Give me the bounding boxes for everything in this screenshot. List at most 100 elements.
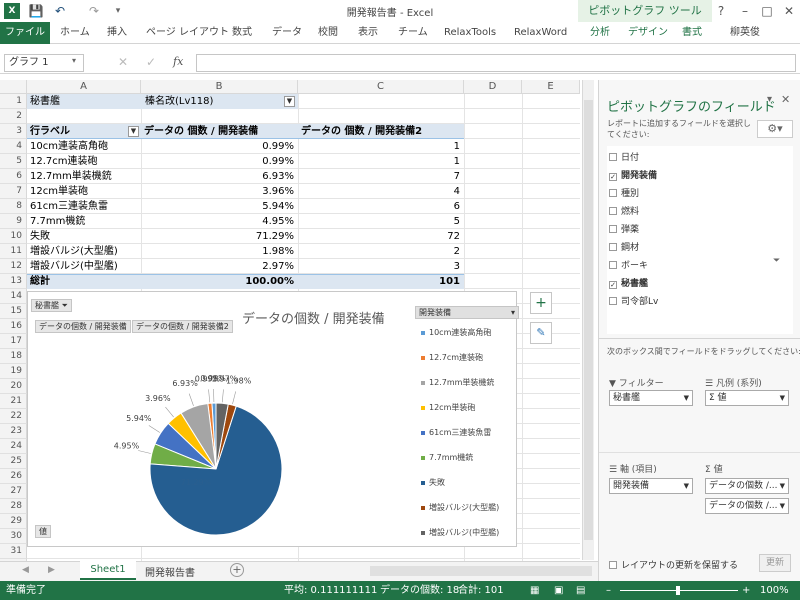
row-header-27[interactable]: 27 <box>0 484 27 499</box>
close-icon[interactable]: ✕ <box>778 2 800 20</box>
pivot-row-pct[interactable]: 2.97% <box>141 259 298 274</box>
field-checkbox[interactable] <box>609 153 617 161</box>
pie-data-label[interactable]: 3.96% <box>145 394 171 403</box>
chart-elements-button[interactable]: + <box>530 292 552 314</box>
field-item[interactable]: 鋼材 <box>609 242 639 254</box>
field-checkbox[interactable] <box>609 243 617 251</box>
redo-icon[interactable]: ↷ <box>86 3 102 19</box>
pivot-row-count[interactable]: 1 <box>298 154 464 169</box>
field-item[interactable]: 弾薬 <box>609 224 639 236</box>
select-all-corner[interactable] <box>0 80 27 94</box>
pivot-row-count[interactable]: 7 <box>298 169 464 184</box>
row-header-9[interactable]: 9 <box>0 214 27 229</box>
row-header-13[interactable]: 13 <box>0 274 27 289</box>
zoom-out-icon[interactable]: – <box>606 581 611 600</box>
field-item[interactable]: 燃料 <box>609 206 639 218</box>
row-header-3[interactable]: 3 <box>0 124 27 139</box>
pivot-row-pct[interactable]: 5.94% <box>141 199 298 214</box>
name-box-dropdown-icon[interactable]: ▾ <box>72 56 76 65</box>
sheet-prev-icon[interactable]: ◀ <box>22 565 29 575</box>
row-header-20[interactable]: 20 <box>0 379 27 394</box>
pivot-row-label[interactable]: 61cm三連装魚雷 <box>30 199 108 214</box>
pivot-row-label[interactable]: 10cm連装高角砲 <box>30 139 108 154</box>
row-header-24[interactable]: 24 <box>0 439 27 454</box>
pivot-row-label[interactable]: 増設バルジ(中型艦) <box>30 259 118 274</box>
legend-item[interactable]: 61cm三連装魚雷 <box>421 428 491 438</box>
pivot-row-count[interactable]: 5 <box>298 214 464 229</box>
column-header-e[interactable]: E <box>522 80 580 94</box>
zoom-slider-thumb[interactable] <box>676 586 680 595</box>
pie-data-label[interactable]: 71.29% <box>181 478 212 487</box>
row-header-17[interactable]: 17 <box>0 334 27 349</box>
row-header-10[interactable]: 10 <box>0 229 27 244</box>
field-checkbox[interactable] <box>609 207 617 215</box>
pivot-row-pct[interactable]: 0.99% <box>141 139 298 154</box>
row-header-5[interactable]: 5 <box>0 154 27 169</box>
row-header-28[interactable]: 28 <box>0 499 27 514</box>
pivot-row-pct[interactable]: 3.96% <box>141 184 298 199</box>
total-count[interactable]: 101 <box>298 274 464 289</box>
legend-item[interactable]: 7.7mm機銃 <box>421 453 473 463</box>
user-name[interactable]: 柳英俊 <box>730 22 760 44</box>
pivot-row-pct[interactable]: 0.99% <box>141 154 298 169</box>
tab-relaxword[interactable]: RelaxWord <box>514 22 567 44</box>
row-header-30[interactable]: 30 <box>0 529 27 544</box>
tab-view[interactable]: 表示 <box>358 22 378 44</box>
pie-data-label[interactable]: 6.93% <box>172 379 198 388</box>
pivot-row-label[interactable]: 12cm単装砲 <box>30 184 88 199</box>
field-item[interactable]: 日付 <box>609 152 639 164</box>
pie-data-label[interactable]: 2.97% <box>212 374 238 383</box>
legend-field-chip[interactable]: 開発装備 ▾ <box>415 306 519 319</box>
row-label-dropdown-icon[interactable]: ▼ <box>128 126 139 137</box>
tab-relaxtools[interactable]: RelaxTools <box>444 22 496 44</box>
row-header-16[interactable]: 16 <box>0 319 27 334</box>
row-header-12[interactable]: 12 <box>0 259 27 274</box>
total-pct[interactable]: 100.00% <box>141 274 298 289</box>
tab-team[interactable]: チーム <box>398 22 428 44</box>
field-checkbox[interactable] <box>609 225 617 233</box>
column-header-a[interactable]: A <box>27 80 141 94</box>
row-header-18[interactable]: 18 <box>0 349 27 364</box>
pivot-row-count[interactable]: 72 <box>298 229 464 244</box>
pane-splitter[interactable] <box>599 338 800 339</box>
pivot-row-pct[interactable]: 6.93% <box>141 169 298 184</box>
row-header-31[interactable]: 31 <box>0 544 27 559</box>
values-field-dropdown-1[interactable]: データの個数 /... ▼ <box>705 478 789 494</box>
field-item[interactable]: 種別 <box>609 188 639 200</box>
tab-format[interactable]: 書式 <box>682 22 702 44</box>
field-item[interactable]: ✓ 秘書艦 <box>609 278 648 290</box>
field-item[interactable]: 司令部Lv <box>609 296 658 308</box>
tab-design[interactable]: デザイン <box>628 22 668 44</box>
pivot-row-pct[interactable]: 1.98% <box>141 244 298 259</box>
values-field-dropdown-2[interactable]: データの個数 /... ▼ <box>705 498 789 514</box>
zoom-in-icon[interactable]: + <box>742 581 750 600</box>
zoom-level[interactable]: 100% <box>760 581 789 600</box>
field-checkbox[interactable]: ✓ <box>609 281 617 289</box>
add-sheet-icon[interactable]: + <box>230 563 244 577</box>
row-header-6[interactable]: 6 <box>0 169 27 184</box>
tab-page-layout[interactable]: ページ レイアウト <box>146 22 229 44</box>
legend-item[interactable]: 12.7cm連装砲 <box>421 353 483 363</box>
row-header-29[interactable]: 29 <box>0 514 27 529</box>
legend-item[interactable]: 12.7mm単装機銃 <box>421 378 494 388</box>
restore-icon[interactable]: □ <box>756 2 778 20</box>
sheet-tab-sheet1[interactable]: Sheet1 <box>80 561 136 580</box>
pivot-row-count[interactable]: 1 <box>298 139 464 154</box>
help-icon[interactable]: ? <box>710 2 732 20</box>
gear-icon[interactable]: ⚙▾ <box>757 120 793 138</box>
field-checkbox[interactable] <box>609 261 617 269</box>
pivot-row-pct[interactable]: 71.29% <box>141 229 298 244</box>
sheet-tab-report[interactable]: 開発報告書 <box>145 564 195 579</box>
pane-close-icon[interactable]: ✕ <box>781 93 790 106</box>
pivot-row-pct[interactable]: 4.95% <box>141 214 298 229</box>
formula-input[interactable] <box>196 54 796 72</box>
pivot-row-label[interactable]: 増設バルジ(大型艦) <box>30 244 118 259</box>
row-header-23[interactable]: 23 <box>0 424 27 439</box>
field-item[interactable]: ✓ 開発装備 <box>609 170 657 182</box>
tab-data[interactable]: データ <box>272 22 302 44</box>
chart-axis-chip[interactable]: 値 <box>35 525 51 538</box>
row-header-22[interactable]: 22 <box>0 409 27 424</box>
vertical-scrollbar[interactable] <box>582 80 594 560</box>
field-checkbox[interactable] <box>609 297 617 305</box>
axis-field-dropdown[interactable]: 開発装備 ▼ <box>609 478 693 494</box>
